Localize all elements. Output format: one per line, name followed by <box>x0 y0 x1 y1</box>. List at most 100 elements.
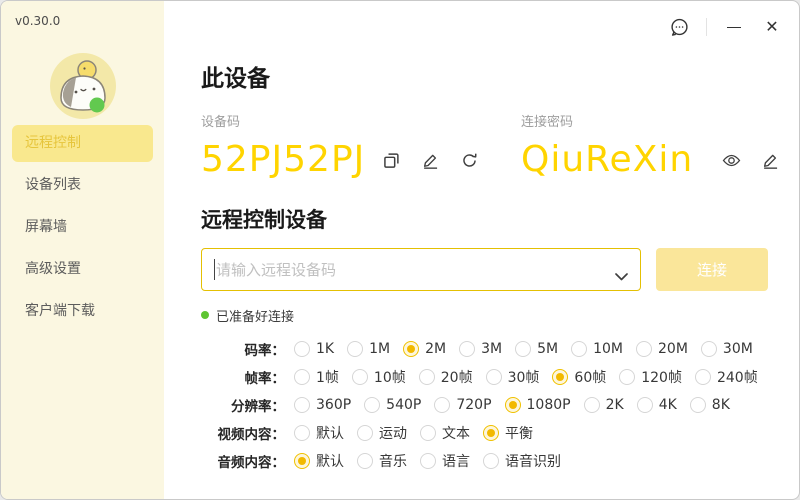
copy-icon[interactable] <box>381 150 401 170</box>
radio-option-label: 5M <box>537 341 558 357</box>
radio-option[interactable]: 10M <box>571 341 623 357</box>
radio-icon[interactable] <box>690 397 706 413</box>
radio-option-label: 360P <box>316 397 351 413</box>
radio-option[interactable]: 10帧 <box>352 367 406 387</box>
radio-option[interactable]: 平衡 <box>483 423 533 443</box>
option-row-bitrate: 码率：1K 1M 2M 3M 5M 10M 20M 30M <box>201 335 779 363</box>
connect-row: 连接 <box>201 248 779 291</box>
radio-option[interactable]: 默认 <box>294 423 344 443</box>
password-section: 连接密码 QiuReXin <box>521 111 780 182</box>
radio-checked-icon[interactable] <box>552 369 568 385</box>
radio-icon[interactable] <box>619 369 635 385</box>
main-content: 此设备 设备码 52PJ52PJ <box>164 1 799 499</box>
radio-option[interactable]: 30M <box>701 341 753 357</box>
radio-option[interactable]: 240帧 <box>695 367 758 387</box>
radio-checked-icon[interactable] <box>403 341 419 357</box>
option-row-label: 音频内容： <box>201 451 294 471</box>
radio-checked-icon[interactable] <box>483 425 499 441</box>
radio-icon[interactable] <box>571 341 587 357</box>
radio-option[interactable]: 4K <box>637 397 677 413</box>
radio-option[interactable]: 语言 <box>420 451 470 471</box>
radio-option-label: 默认 <box>316 451 344 471</box>
avatar[interactable] <box>50 53 116 119</box>
radio-icon[interactable] <box>347 341 363 357</box>
radio-icon[interactable] <box>636 341 652 357</box>
radio-option[interactable]: 5M <box>515 341 558 357</box>
radio-option[interactable]: 8K <box>690 397 730 413</box>
radio-icon[interactable] <box>294 397 310 413</box>
radio-icon[interactable] <box>695 369 711 385</box>
radio-icon[interactable] <box>584 397 600 413</box>
option-row-label: 码率： <box>201 339 294 359</box>
sidebar-item-remote-control[interactable]: 远程控制 <box>12 125 153 162</box>
radio-icon[interactable] <box>357 425 373 441</box>
radio-option-label: 30帧 <box>508 367 540 387</box>
radio-option[interactable]: 默认 <box>294 451 344 471</box>
radio-option[interactable]: 3M <box>459 341 502 357</box>
options-list: 码率：1K 1M 2M 3M 5M 10M 20M 30M 帧率：1帧 10帧 20帧 30帧 60帧 1… <box>201 335 779 475</box>
radio-icon[interactable] <box>294 425 310 441</box>
app-version: v0.30.0 <box>15 14 60 28</box>
radio-icon[interactable] <box>483 453 499 469</box>
remote-code-input[interactable] <box>201 248 641 291</box>
radio-option[interactable]: 1M <box>347 341 390 357</box>
radio-option[interactable]: 文本 <box>420 423 470 443</box>
radio-icon[interactable] <box>357 453 373 469</box>
radio-option[interactable]: 1080P <box>505 397 571 413</box>
radio-option[interactable]: 语音识别 <box>483 451 561 471</box>
connect-button[interactable]: 连接 <box>656 248 768 291</box>
radio-option[interactable]: 音乐 <box>357 451 407 471</box>
radio-option[interactable]: 20M <box>636 341 688 357</box>
option-row-framerate: 帧率：1帧 10帧 20帧 30帧 60帧 120帧 240帧 <box>201 363 779 391</box>
sidebar-item-advanced-settings[interactable]: 高级设置 <box>12 251 153 288</box>
radio-option[interactable]: 30帧 <box>486 367 540 387</box>
radio-icon[interactable] <box>486 369 502 385</box>
radio-icon[interactable] <box>294 369 310 385</box>
password-label: 连接密码 <box>521 111 780 130</box>
radio-icon[interactable] <box>352 369 368 385</box>
radio-option-label: 10帧 <box>374 367 406 387</box>
sidebar-nav: 远程控制设备列表屏幕墙高级设置客户端下载 <box>1 125 164 330</box>
option-row-label: 分辨率： <box>201 395 294 415</box>
radio-option-label: 2M <box>425 341 446 357</box>
radio-option[interactable]: 运动 <box>357 423 407 443</box>
sidebar-item-device-list[interactable]: 设备列表 <box>12 167 153 204</box>
radio-option[interactable]: 540P <box>364 397 421 413</box>
radio-option[interactable]: 20帧 <box>419 367 473 387</box>
radio-icon[interactable] <box>515 341 531 357</box>
radio-icon[interactable] <box>701 341 717 357</box>
edit-icon[interactable] <box>420 150 440 170</box>
radio-option[interactable]: 60帧 <box>552 367 606 387</box>
online-status-dot <box>90 98 105 113</box>
radio-option[interactable]: 360P <box>294 397 351 413</box>
radio-icon[interactable] <box>294 341 310 357</box>
radio-checked-icon[interactable] <box>294 453 310 469</box>
radio-option-label: 1M <box>369 341 390 357</box>
radio-option[interactable]: 1K <box>294 341 334 357</box>
radio-icon[interactable] <box>434 397 450 413</box>
radio-icon[interactable] <box>420 453 436 469</box>
eye-icon[interactable] <box>721 150 741 170</box>
radio-option[interactable]: 720P <box>434 397 491 413</box>
radio-icon[interactable] <box>419 369 435 385</box>
device-code-label: 设备码 <box>201 111 521 130</box>
radio-option-label: 20M <box>658 341 688 357</box>
option-row-video-content: 视频内容：默认运动文本平衡 <box>201 419 779 447</box>
sidebar-item-client-download[interactable]: 客户端下载 <box>12 293 153 330</box>
chevron-down-icon[interactable] <box>615 266 628 285</box>
radio-icon[interactable] <box>364 397 380 413</box>
radio-checked-icon[interactable] <box>505 397 521 413</box>
radio-icon[interactable] <box>459 341 475 357</box>
radio-option[interactable]: 2M <box>403 341 446 357</box>
radio-icon[interactable] <box>637 397 653 413</box>
radio-option[interactable]: 2K <box>584 397 624 413</box>
option-row-label: 帧率： <box>201 367 294 387</box>
radio-option[interactable]: 1帧 <box>294 367 339 387</box>
radio-option[interactable]: 120帧 <box>619 367 682 387</box>
radio-icon[interactable] <box>420 425 436 441</box>
device-info-row: 设备码 52PJ52PJ <box>201 111 779 182</box>
device-code-section: 设备码 52PJ52PJ <box>201 111 521 182</box>
sidebar-item-screen-wall[interactable]: 屏幕墙 <box>12 209 153 246</box>
edit-icon[interactable] <box>760 150 780 170</box>
refresh-icon[interactable] <box>459 150 479 170</box>
